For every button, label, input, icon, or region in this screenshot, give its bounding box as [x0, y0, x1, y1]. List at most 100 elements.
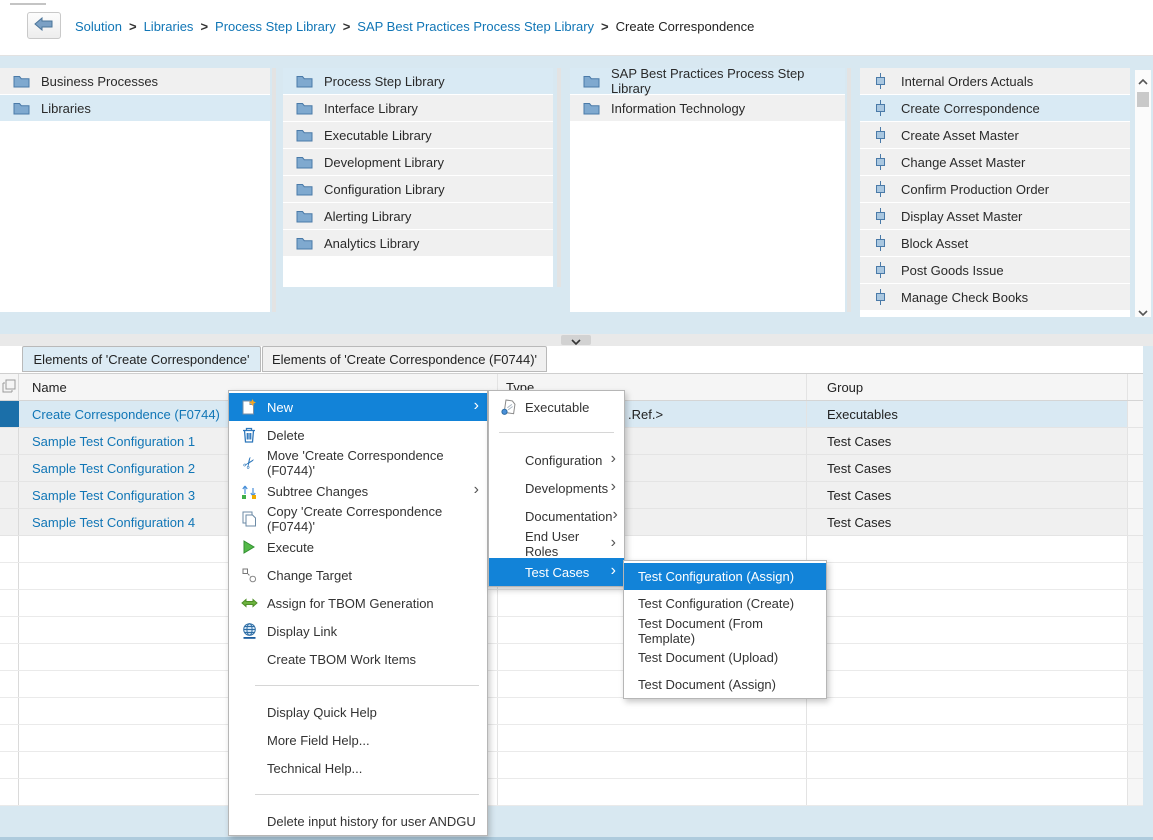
scrollbar-thumb[interactable] [1137, 92, 1149, 107]
vertical-scrollbar[interactable] [1135, 70, 1151, 317]
row-group-cell: Test Cases [806, 509, 1127, 535]
breadcrumb-separator: > [601, 19, 609, 34]
panel-item-alerting-library[interactable]: Alerting Library [283, 203, 553, 229]
panel-item-interface-library[interactable]: Interface Library [283, 95, 553, 121]
menu-item-change-target[interactable]: Change Target [229, 561, 487, 589]
row-selection-indicator[interactable] [0, 455, 19, 481]
menu-item-delete-input-history[interactable]: Delete input history for user ANDGU [229, 807, 487, 835]
panel-item-post-goods-issue[interactable]: Post Goods Issue [860, 257, 1130, 283]
empty-table-row [0, 752, 1143, 779]
panel-item-label: Interface Library [324, 101, 418, 116]
menu-item-label: Technical Help... [267, 761, 362, 776]
hierarchy-icon [2, 379, 16, 396]
panel-item-label: Internal Orders Actuals [901, 74, 1033, 89]
panel-item-process-step-library[interactable]: Process Step Library [283, 68, 553, 94]
panel-item-internal-orders-actuals[interactable]: Internal Orders Actuals [860, 68, 1130, 94]
menu-item-display-link[interactable]: Display Link [229, 617, 487, 645]
submenu-item-documentation[interactable]: Documentation › [489, 502, 624, 530]
submenu-item-developments[interactable]: Developments › [489, 474, 624, 502]
panel-item-create-asset-master[interactable]: Create Asset Master [860, 122, 1130, 148]
menu-item-label: Assign for TBOM Generation [267, 596, 434, 611]
submenu-chevron-icon: › [612, 507, 617, 525]
panel-item-change-asset-master[interactable]: Change Asset Master [860, 149, 1130, 175]
menu-item-create-tbom-work-items[interactable]: Create TBOM Work Items [229, 645, 487, 673]
row-selection-indicator[interactable] [0, 428, 19, 454]
panel-item-block-asset[interactable]: Block Asset [860, 230, 1130, 256]
panel-item-label: Manage Check Books [901, 290, 1028, 305]
submenu-item-test-document-from-template[interactable]: Test Document (From Template) [624, 617, 826, 644]
scroll-down-icon[interactable] [1138, 305, 1148, 313]
submenu-item-test-document-assign[interactable]: Test Document (Assign) [624, 671, 826, 698]
column-resize-splitter[interactable] [557, 68, 561, 287]
panel-item-display-asset-master[interactable]: Display Asset Master [860, 203, 1130, 229]
submenu-item-test-configuration-create[interactable]: Test Configuration (Create) [624, 590, 826, 617]
empty-table-row [0, 779, 1143, 806]
breadcrumb-link-sap-best-practices[interactable]: SAP Best Practices Process Step Library [357, 19, 594, 34]
menu-item-assign-for-tbom-generation[interactable]: Assign for TBOM Generation [229, 589, 487, 617]
menu-item-execute[interactable]: Execute [229, 533, 487, 561]
panel-item-analytics-library[interactable]: Analytics Library [283, 230, 553, 256]
panel-item-manage-check-books[interactable]: Manage Check Books [860, 284, 1130, 310]
column-resize-splitter[interactable] [272, 68, 276, 312]
copy-icon [239, 511, 259, 527]
submenu-item-configuration[interactable]: Configuration › [489, 446, 624, 474]
panel-item-sap-best-practices-psl[interactable]: SAP Best Practices Process Step Library [570, 68, 845, 94]
panel-item-create-correspondence[interactable]: Create Correspondence [860, 95, 1130, 121]
submenu-item-executable[interactable]: Executable [489, 393, 624, 421]
submenu-item-test-configuration-assign[interactable]: Test Configuration (Assign) [624, 563, 826, 590]
process-step-icon [873, 154, 890, 170]
tab-label: Elements of 'Create Correspondence' [34, 352, 250, 367]
back-button[interactable] [27, 12, 61, 39]
table-header-gutter[interactable] [0, 374, 19, 400]
menu-item-display-quick-help[interactable]: Display Quick Help [229, 698, 487, 726]
submenu-item-test-document-upload[interactable]: Test Document (Upload) [624, 644, 826, 671]
folder-icon [296, 183, 313, 196]
column-header-group[interactable]: Group [806, 374, 1127, 400]
panel-item-executable-library[interactable]: Executable Library [283, 122, 553, 148]
submenu-item-end-user-roles[interactable]: End User Roles › [489, 530, 624, 558]
scroll-up-icon[interactable] [1138, 74, 1148, 82]
panel-item-business-processes[interactable]: Business Processes [0, 68, 270, 94]
tab-elements-of-create-correspondence-f0744[interactable]: Elements of 'Create Correspondence (F074… [262, 346, 547, 372]
row-selection-indicator[interactable] [0, 401, 19, 427]
application-window: Solution>Libraries>Process Step Library>… [0, 0, 1153, 840]
top-bar: Solution>Libraries>Process Step Library>… [0, 0, 1153, 56]
menu-item-technical-help[interactable]: Technical Help... [229, 754, 487, 782]
breadcrumb-link-libraries[interactable]: Libraries [144, 19, 194, 34]
column-resize-splitter[interactable] [847, 68, 851, 312]
panel-item-libraries[interactable]: Libraries [0, 95, 270, 121]
menu-item-label: Change Target [267, 568, 352, 583]
breadcrumb-link-process-step-library[interactable]: Process Step Library [215, 19, 336, 34]
menu-item-subtree-changes[interactable]: Subtree Changes › [229, 477, 487, 505]
submenu-chevron-icon: › [474, 398, 479, 416]
panel-item-information-technology[interactable]: Information Technology [570, 95, 845, 121]
menu-item-label: Executable [525, 400, 589, 415]
row-filler-cell [1127, 428, 1143, 454]
menu-item-label: Display Link [267, 624, 337, 639]
splitter-collapse-button[interactable] [561, 335, 591, 345]
menu-item-copy[interactable]: Copy 'Create Correspondence (F0744)' [229, 505, 487, 533]
test-cases-submenu: Test Configuration (Assign) Test Configu… [623, 560, 827, 699]
menu-item-more-field-help[interactable]: More Field Help... [229, 726, 487, 754]
submenu-item-test-cases[interactable]: Test Cases › [489, 558, 624, 586]
tab-elements-of-create-correspondence[interactable]: Elements of 'Create Correspondence' [22, 346, 261, 372]
row-selection-indicator[interactable] [0, 482, 19, 508]
breadcrumb: Solution>Libraries>Process Step Library>… [75, 19, 754, 34]
folder-icon [296, 129, 313, 142]
back-arrow-icon [34, 17, 54, 34]
panel-item-development-library[interactable]: Development Library [283, 149, 553, 175]
tab-strip: Elements of 'Create Correspondence' Elem… [0, 346, 1143, 373]
panel-item-configuration-library[interactable]: Configuration Library [283, 176, 553, 202]
horizontal-splitter[interactable] [0, 334, 1153, 346]
menu-item-new[interactable]: New › [229, 393, 487, 421]
submenu-chevron-icon: › [611, 563, 616, 581]
process-step-icon [873, 235, 890, 251]
menu-item-move[interactable]: ✂ Move 'Create Correspondence (F0744)' [229, 449, 487, 477]
folder-icon [583, 75, 600, 88]
menu-item-delete[interactable]: Delete [229, 421, 487, 449]
breadcrumb-link-solution[interactable]: Solution [75, 19, 122, 34]
row-filler-cell [1127, 509, 1143, 535]
row-selection-indicator[interactable] [0, 509, 19, 535]
panel-item-confirm-production-order[interactable]: Confirm Production Order [860, 176, 1130, 202]
scissors-icon: ✂ [239, 454, 259, 472]
